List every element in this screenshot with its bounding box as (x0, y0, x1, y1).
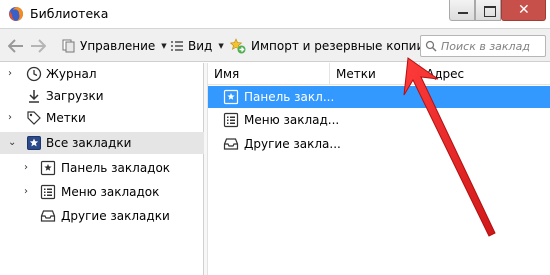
list-item-label: Другие закла... (244, 137, 341, 151)
search-icon (425, 40, 437, 52)
column-header-name[interactable]: Имя (208, 63, 330, 85)
bookmarks-list: Имя Метки Адрес Панель закл... Меню закл… (208, 63, 550, 275)
selection-highlight (331, 86, 550, 108)
sidebar-item-tags[interactable]: › Метки (0, 107, 204, 129)
bookmark-toolbar-icon (223, 89, 239, 105)
close-icon: ✕ (518, 2, 530, 18)
bookmark-menu-icon (223, 112, 239, 128)
back-button[interactable] (8, 29, 24, 62)
unsorted-bookmarks-icon (223, 138, 239, 150)
toolbar: Управление ▼ Вид ▼ Импорт и резервные ко… (0, 28, 550, 62)
arrow-left-icon (8, 38, 23, 53)
list-item-other-bookmarks[interactable]: Другие закла... (208, 133, 550, 155)
views-label: Вид (188, 38, 213, 53)
sidebar-item-label: Загрузки (46, 89, 104, 103)
sidebar-tree: › Журнал Загрузки › Метки ⌄ Все закладки… (0, 63, 204, 275)
chevron-right-icon[interactable]: › (8, 113, 18, 123)
sidebar-item-label: Журнал (46, 67, 97, 81)
sidebar-item-bookmarks-menu[interactable]: › Меню закладок (0, 181, 204, 203)
sidebar-item-all-bookmarks[interactable]: ⌄ Все закладки (0, 132, 204, 154)
dropdown-caret-icon: ▼ (161, 41, 167, 50)
unsorted-bookmarks-icon (40, 210, 56, 222)
close-button[interactable]: ✕ (501, 0, 546, 21)
sidebar-item-label: Метки (46, 111, 86, 125)
sidebar-item-label: Меню закладок (61, 185, 160, 199)
tag-icon (27, 111, 41, 125)
sidebar-item-downloads[interactable]: Загрузки (0, 85, 204, 107)
chevron-down-icon[interactable]: ⌄ (8, 138, 18, 148)
organize-icon (62, 39, 75, 52)
sidebar-item-bookmarks-toolbar[interactable]: › Панель закладок (0, 157, 204, 179)
arrow-right-icon (31, 38, 46, 53)
chevron-right-icon[interactable]: › (24, 187, 34, 197)
download-icon (29, 90, 39, 103)
column-header-address[interactable]: Адрес (420, 63, 550, 85)
clock-icon (26, 66, 42, 82)
sidebar-item-label: Другие закладки (61, 209, 170, 223)
minimize-button[interactable] (449, 0, 475, 21)
sidebar-item-label: Панель закладок (61, 161, 171, 175)
firefox-icon (9, 7, 23, 21)
maximize-button[interactable] (475, 0, 501, 21)
list-item-label: Меню заклад... (244, 113, 340, 127)
search-input[interactable] (441, 39, 541, 53)
sidebar-item-other-bookmarks[interactable]: Другие закладки (0, 205, 204, 227)
window-title: Библиотека (30, 6, 109, 21)
list-item-bookmarks-menu[interactable]: Меню заклад... (208, 109, 550, 131)
list-view-icon (171, 40, 183, 51)
organize-label: Управление (80, 38, 156, 53)
import-backup-label: Импорт и резервные копии (251, 38, 425, 53)
sidebar-item-history[interactable]: › Журнал (0, 63, 204, 85)
bookmark-toolbar-icon (40, 160, 56, 176)
dropdown-caret-icon: ▼ (218, 41, 224, 50)
views-menu-button[interactable]: Вид ▼ (170, 29, 224, 62)
bookmark-menu-icon (40, 184, 56, 200)
forward-button[interactable] (30, 29, 46, 62)
import-star-icon (230, 37, 246, 53)
chevron-right-icon[interactable]: › (8, 69, 18, 79)
bookmark-star-icon (27, 136, 41, 150)
import-backup-menu-button[interactable]: Импорт и резервные копии ▼ (230, 29, 437, 62)
library-window: Библиотека ✕ Управление ▼ Вид ▼ Импорт и… (0, 0, 550, 275)
organize-menu-button[interactable]: Управление ▼ (62, 29, 167, 62)
search-box[interactable] (420, 35, 546, 57)
sidebar-item-label: Все закладки (46, 136, 132, 150)
list-item-label: Панель закл... (244, 90, 335, 104)
chevron-right-icon[interactable]: › (24, 163, 34, 173)
column-header-tags[interactable]: Метки (330, 63, 420, 85)
title-bar[interactable]: Библиотека ✕ (0, 0, 550, 28)
list-item-bookmarks-toolbar[interactable]: Панель закл... (208, 86, 550, 108)
